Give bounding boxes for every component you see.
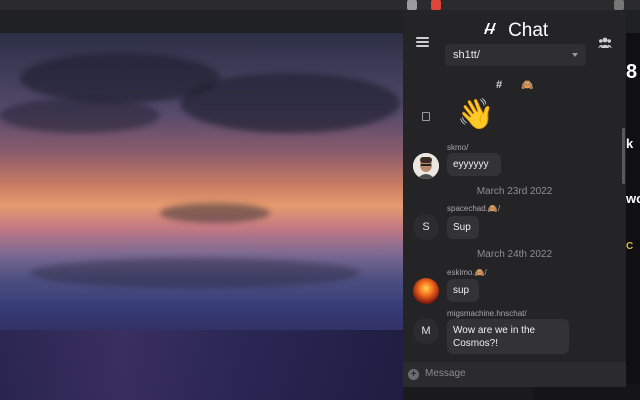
hamburger-menu-icon[interactable] [416, 37, 429, 47]
strip-text-1: 8 [626, 61, 638, 83]
users-icon[interactable] [598, 36, 612, 48]
brave-shield-icon[interactable] [431, 0, 441, 10]
message-username[interactable]: migsmachine.hnschat/ [447, 309, 527, 318]
hns-logo-icon [483, 23, 496, 34]
message-composer[interactable]: + Message [403, 362, 626, 387]
avatar[interactable] [413, 278, 439, 304]
extension-icon[interactable] [407, 0, 417, 10]
message-bubble: Sup [447, 216, 479, 239]
user-photo-icon [413, 153, 439, 179]
image-placeholder-icon [422, 112, 430, 121]
add-attachment-icon[interactable]: + [408, 369, 419, 380]
avatar[interactable] [413, 153, 439, 179]
canyon-foreground [0, 330, 403, 400]
message-bubble: eyyyyyy [447, 153, 501, 176]
chat-header: Chat sh1tt/ # 🙈 [403, 10, 626, 110]
browser-top-strip [0, 0, 640, 10]
message-text: eyyyyyy [453, 159, 489, 170]
strip-text-2: k [626, 136, 634, 151]
message-list[interactable]: 👋 skmo/ eyyyyyy March 23rd 2022 spacecha… [403, 98, 626, 362]
tab-emoji[interactable]: 🙈 [521, 80, 533, 91]
strip-text-3: wo [626, 191, 640, 206]
avatar[interactable]: M [413, 318, 439, 344]
message-username[interactable]: spacechad.🙈/ [447, 204, 500, 213]
tab-channel-hash[interactable]: # [496, 79, 502, 91]
message-input-placeholder[interactable]: Message [425, 368, 466, 379]
message-username[interactable]: eskimo.🙈/ [447, 268, 487, 277]
channel-select[interactable]: sh1tt/ [445, 44, 586, 66]
date-separator: March 24th 2022 [476, 249, 553, 260]
date-separator: March 23rd 2022 [476, 186, 553, 197]
message-list-scrollbar[interactable] [622, 128, 625, 184]
channel-select-value: sh1tt/ [453, 49, 480, 61]
chevron-down-icon [572, 53, 578, 57]
background-window-strip: 8 k wo C [626, 33, 640, 400]
desktop-wallpaper [0, 33, 403, 400]
message-username[interactable]: skmo/ [447, 143, 468, 152]
message-bubble: sup [447, 279, 479, 302]
handshake-ext-icon[interactable] [614, 0, 624, 10]
chat-title: Chat [403, 20, 626, 42]
chat-panel: Chat sh1tt/ # 🙈 👋 skmo/ eyyyyyy March 23… [403, 10, 626, 387]
wave-emoji-message: 👋 [457, 98, 495, 131]
message-text: Wow are we in the Cosmos?! [453, 325, 536, 349]
message-bubble: Wow are we in the Cosmos?! [447, 319, 569, 354]
avatar[interactable] [413, 104, 439, 130]
message-text: Sup [453, 222, 471, 233]
message-text: sup [453, 285, 470, 296]
strip-text-4: C [626, 241, 634, 252]
chat-title-text: Chat [508, 20, 549, 41]
avatar[interactable]: S [413, 214, 439, 240]
